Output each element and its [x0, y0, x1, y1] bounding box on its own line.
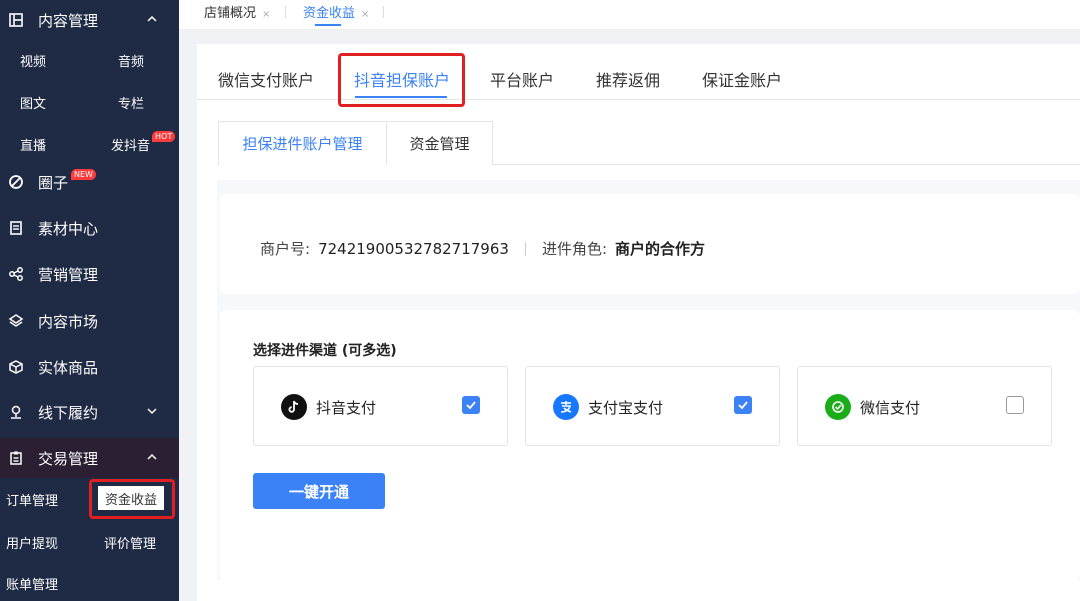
divider [383, 6, 384, 18]
tab-fund-mgmt[interactable]: 资金管理 [386, 121, 493, 165]
divider [285, 6, 286, 18]
merchant-id-value: 72421900532782717963 [318, 239, 509, 258]
menu-physical-goods[interactable]: 实体商品 [0, 347, 179, 387]
chevron-down-icon [147, 408, 157, 415]
submenu-withdraw[interactable]: 用户提现 [6, 533, 58, 552]
submenu-video[interactable]: 视频 [20, 51, 46, 70]
checkbox-checked[interactable] [462, 396, 480, 414]
main-content: 微信支付账户 抖音担保账户 平台账户 推荐返佣 保证金账户 担保进件账户管理 资… [197, 44, 1080, 601]
menu-label: 素材中心 [38, 219, 99, 238]
alipay-icon [553, 394, 579, 420]
douyin-icon [281, 394, 307, 420]
role-value: 商户的合作方 [615, 240, 706, 258]
channel-title: 选择进件渠道 (可多选) [253, 343, 397, 359]
tab-referral[interactable]: 推荐返佣 [596, 67, 660, 91]
submenu-douyin[interactable]: 发抖音 [111, 135, 150, 154]
menu-content-management[interactable]: 内容管理 [0, 0, 179, 40]
open-all-button[interactable]: 一键开通 [253, 473, 385, 509]
page-tab-overview[interactable]: 店铺概况 × [204, 2, 270, 21]
menu-label: 交易管理 [38, 449, 99, 468]
menu-label: 圈子 [38, 173, 69, 192]
hot-badge: HOT [152, 131, 176, 142]
channel-alipay[interactable]: 支付宝支付 [525, 366, 780, 446]
role-label: 进件角色: [541, 240, 607, 258]
page-tab-bar: 店铺概况 × 资金收益 × [179, 0, 1080, 30]
submenu-audio[interactable]: 音频 [118, 51, 144, 70]
menu-label: 线下履约 [38, 403, 99, 422]
box-icon [7, 358, 25, 376]
menu-circle[interactable]: 圈子 [0, 162, 179, 202]
material-icon [7, 219, 25, 237]
page-tab-label: 店铺概况 [204, 6, 257, 21]
submenu-review[interactable]: 评价管理 [104, 533, 156, 552]
close-icon[interactable]: × [361, 9, 369, 20]
check-icon [466, 401, 476, 410]
merchant-id-label: 商户号: [260, 240, 311, 258]
tab-wechat-pay[interactable]: 微信支付账户 [218, 67, 314, 91]
chevron-up-icon [147, 453, 157, 460]
menu-marketing[interactable]: 营销管理 [0, 254, 179, 294]
channel-label: 抖音支付 [316, 399, 377, 417]
submenu-column[interactable]: 专栏 [118, 93, 144, 112]
chevron-up-icon [147, 15, 157, 22]
channel-wechat-pay[interactable]: 微信支付 [797, 366, 1052, 446]
menu-offline[interactable]: 线下履约 [0, 392, 179, 432]
checkbox-unchecked[interactable] [1006, 396, 1024, 414]
highlight-box [89, 479, 175, 519]
active-tab-indicator [315, 24, 341, 26]
page-tab-label: 资金收益 [303, 6, 356, 21]
menu-material[interactable]: 素材中心 [0, 208, 179, 248]
submenu-article[interactable]: 图文 [20, 93, 46, 112]
sidebar: 内容管理 视频 音频 图文 专栏 直播 发抖音 HOT 圈子 NEW 素材中心 … [0, 0, 179, 601]
layers-icon [7, 312, 25, 330]
highlight-box [338, 53, 465, 107]
submenu-live[interactable]: 直播 [20, 135, 46, 154]
account-tabs: 微信支付账户 抖音担保账户 平台账户 推荐返佣 保证金账户 [197, 44, 1080, 100]
share-icon [7, 265, 25, 283]
circle-icon [7, 173, 25, 191]
new-badge: NEW [71, 169, 96, 180]
merchant-info-card: 商户号: 72421900532782717963 进件角色: 商户的合作方 [220, 194, 1080, 294]
check-icon [738, 401, 748, 410]
tab-deposit[interactable]: 保证金账户 [702, 67, 782, 91]
channel-label: 支付宝支付 [588, 399, 664, 417]
submenu-orders[interactable]: 订单管理 [6, 490, 58, 509]
page-tab-funds[interactable]: 资金收益 × [303, 2, 369, 21]
channel-label: 微信支付 [860, 399, 921, 417]
wechat-pay-icon [825, 394, 851, 420]
checkbox-checked[interactable] [734, 396, 752, 414]
close-icon[interactable]: × [262, 9, 270, 20]
menu-trade[interactable]: 交易管理 [0, 438, 179, 478]
divider [524, 241, 526, 256]
menu-label: 内容管理 [38, 11, 99, 30]
channel-douyin-pay[interactable]: 抖音支付 [253, 366, 508, 446]
tab-guarantee-account-mgmt[interactable]: 担保进件账户管理 [218, 121, 387, 165]
submenu-bills[interactable]: 账单管理 [6, 574, 58, 593]
content-icon [7, 11, 25, 29]
menu-label: 内容市场 [38, 312, 99, 331]
tab-platform[interactable]: 平台账户 [490, 67, 554, 91]
menu-content-market[interactable]: 内容市场 [0, 301, 179, 341]
channel-card: 选择进件渠道 (可多选) 抖音支付 支付宝支付 微信支付 一键开通 [220, 310, 1080, 580]
clipboard-icon [7, 449, 25, 467]
merchant-info: 商户号: 72421900532782717963 进件角色: 商户的合作方 [260, 238, 705, 259]
location-icon [7, 403, 25, 421]
menu-label: 实体商品 [38, 358, 99, 377]
menu-label: 营销管理 [38, 265, 99, 284]
